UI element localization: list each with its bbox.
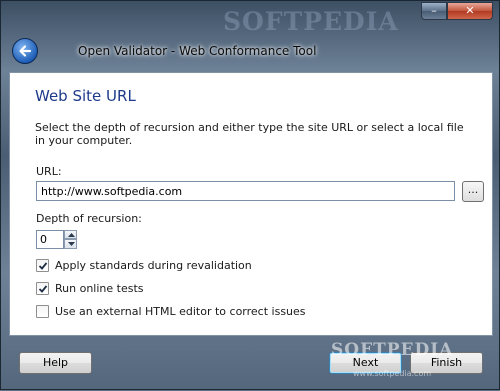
watermark-logo: SOFTPEDIA [223,7,399,36]
run-online-tests-checkbox[interactable] [36,282,49,295]
wizard-footer: Help Next Finish SOFTPEDIA www.softpedia… [1,336,500,391]
apply-standards-checkbox[interactable] [36,259,49,272]
page-title: Web Site URL [35,87,136,105]
url-input[interactable] [36,181,455,201]
checkmark-icon [38,285,48,293]
depth-label: Depth of recursion: [36,212,142,225]
browse-button[interactable]: ... [462,181,484,202]
back-button[interactable] [12,38,38,64]
depth-stepper [36,230,78,249]
option-label: Apply standards during revalidation [55,259,252,272]
back-arrow-icon [19,45,32,57]
depth-input[interactable] [36,230,64,249]
external-editor-checkbox[interactable] [36,305,49,318]
option-label: Run online tests [55,282,144,295]
url-label: URL: [36,165,62,178]
spin-down-button[interactable] [64,239,77,249]
watermark-url: www.softpedia.com [353,369,432,378]
window-title: Open Validator - Web Conformance Tool [78,44,317,58]
option-label: Use an external HTML editor to correct i… [55,305,306,318]
minimize-button[interactable]: – [421,2,447,20]
window-frame: SOFTPEDIA – ✕ Open Validator - Web Confo… [0,0,500,390]
spin-up-button[interactable] [64,230,77,239]
watermark-logo: SOFTPEDIA [331,340,454,360]
chevron-down-icon [68,242,75,246]
close-button[interactable]: ✕ [447,2,493,20]
checkmark-icon [38,262,48,270]
page-description: Select the depth of recursion and either… [35,121,464,147]
chevron-up-icon [68,233,75,237]
help-button[interactable]: Help [19,352,92,374]
wizard-content-panel: Web Site URL Select the depth of recursi… [9,72,493,336]
